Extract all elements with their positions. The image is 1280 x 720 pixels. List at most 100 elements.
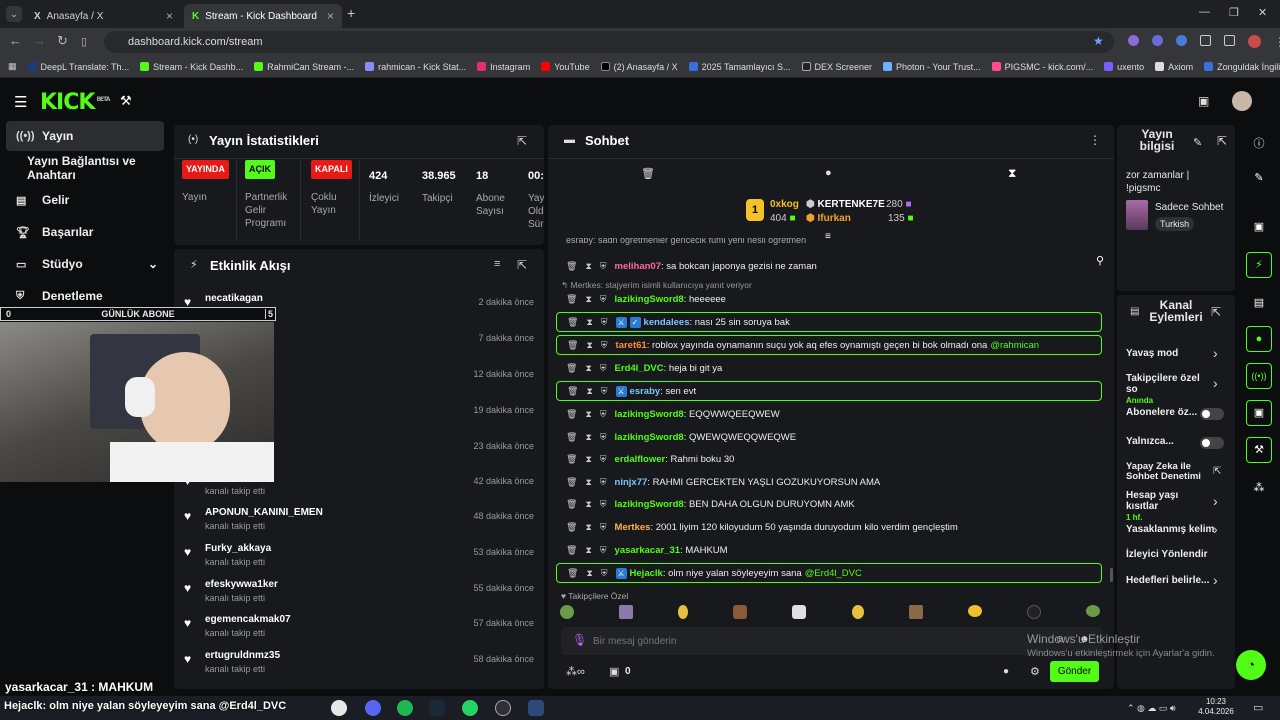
activity-item[interactable]: ♥ efeskywwa1ker kanalı takip etti 55 dakika…: [184, 579, 534, 611]
chat-username[interactable]: erdalflower: [615, 454, 666, 465]
hourglass-icon[interactable]: ⧗: [585, 477, 591, 488]
filter-icon[interactable]: ≡: [494, 258, 500, 270]
chat-message-input[interactable]: [593, 632, 1033, 650]
info-icon[interactable]: ⓘ: [1250, 135, 1268, 151]
extension-icon[interactable]: [1152, 35, 1163, 46]
hourglass-icon[interactable]: ⧗: [1008, 166, 1016, 181]
tray-icons[interactable]: ⌃ ◍ ☁ ▭ 🔊︎: [1127, 703, 1176, 714]
chat-message[interactable]: 🗑︎ ⧗ ⛨ ⚔ esraby: sen evt: [556, 381, 1102, 401]
hamburger-menu-icon[interactable]: ☰: [14, 93, 27, 111]
bookmark-item[interactable]: Photon - Your Trust...: [883, 62, 981, 72]
shield-icon[interactable]: ⛨: [600, 409, 607, 420]
trash-icon[interactable]: 🗑︎: [566, 409, 577, 420]
leader-row[interactable]: ⬢ KERTENKE7E: [806, 199, 885, 210]
emote-icon[interactable]: [678, 605, 689, 619]
emote-icon[interactable]: [1085, 605, 1100, 617]
activity-item[interactable]: ♥ Furky_akkaya kanalı takip etti 53 dakika …: [184, 543, 534, 575]
trash-icon[interactable]: 🗑︎: [566, 432, 577, 443]
chat-message[interactable]: 🗑︎ ⧗ ⛨ yasarkacar_31: MAHKUM: [556, 540, 1102, 560]
clock[interactable]: 10:23 4.04.2026: [1196, 697, 1236, 717]
hourglass-icon[interactable]: ⧗: [585, 432, 591, 443]
chat-username[interactable]: kendalees: [644, 317, 690, 328]
chat-scrollbar[interactable]: [1110, 568, 1113, 582]
chat-username[interactable]: Mertkes: [615, 522, 651, 533]
shield-icon[interactable]: ⛨: [600, 294, 607, 305]
trash-icon[interactable]: 🗑︎: [567, 568, 578, 579]
bookmark-item[interactable]: DeepL Translate: Th...: [27, 62, 129, 72]
chat-message[interactable]: 🗑︎ ⧗ ⛨ ninjx77: RAHMI GERCEKTEN YAŞLI GOZUK…: [556, 472, 1102, 492]
hourglass-icon[interactable]: ⧗: [585, 294, 591, 305]
minimize-icon[interactable]: —: [1199, 6, 1210, 18]
sub-only-toggle[interactable]: [1200, 408, 1224, 420]
shield-icon[interactable]: ⛨: [600, 432, 607, 443]
bookmark-item[interactable]: Instagram: [477, 62, 530, 72]
emote-icon[interactable]: [560, 605, 574, 619]
emote-only-toggle[interactable]: [1200, 437, 1224, 449]
shield-icon[interactable]: ⛨: [601, 340, 608, 351]
bookmark-item[interactable]: Stream - Kick Dashb...: [140, 62, 243, 72]
chat-username[interactable]: lazikingSword8: [615, 499, 684, 510]
hourglass-icon[interactable]: ⧗: [585, 454, 591, 465]
chat-message[interactable]: 🗑︎ ⧗ ⛨ Erd4l_DVC: heja bi git ya: [556, 358, 1102, 378]
action-slow-mode[interactable]: Yavaş mod: [1126, 348, 1238, 359]
hourglass-icon[interactable]: ⧗: [585, 261, 591, 272]
star-icon[interactable]: ★: [1093, 34, 1104, 48]
bookmark-item[interactable]: 2025 Tamamlayıcı S...: [688, 62, 791, 72]
hourglass-icon[interactable]: ⧗: [586, 568, 592, 579]
popout-icon[interactable]: ⇱: [1217, 134, 1227, 148]
send-button[interactable]: Gönder: [1050, 661, 1099, 682]
chat-settings-bubble-icon[interactable]: ●: [1003, 666, 1009, 677]
shield-icon[interactable]: ⛨: [600, 477, 607, 488]
kick-logo[interactable]: KICK BETA: [40, 90, 110, 115]
hammer-icon[interactable]: ⚒: [120, 93, 132, 109]
chrome-icon[interactable]: [331, 700, 347, 716]
url-input[interactable]: dashboard.kick.com/stream: [104, 31, 1114, 53]
shield-icon[interactable]: ⛨: [600, 522, 607, 533]
support-chat-button[interactable]: ◔: [1236, 650, 1266, 680]
shield-icon[interactable]: ⛨: [601, 317, 608, 328]
wallet-icon[interactable]: ▣: [1198, 94, 1209, 108]
emote-icon[interactable]: [619, 605, 634, 619]
chevron-right-icon[interactable]: ›: [1213, 493, 1218, 509]
chat-mention[interactable]: @Erd4l_DVC: [805, 568, 862, 579]
tab-search-button[interactable]: ⌄: [6, 6, 22, 22]
close-icon[interactable]: ×: [166, 9, 173, 23]
chevron-right-icon[interactable]: ›: [1213, 375, 1218, 391]
chat-message[interactable]: 🗑︎ ⧗ ⛨ lazikingSword8: BEN DAHA OLGUN DURUY…: [556, 494, 1102, 514]
wallet-icon[interactable]: ▣: [1246, 400, 1272, 426]
action-raid[interactable]: İzleyici Yönlendir: [1126, 549, 1238, 560]
chevron-right-icon[interactable]: ›: [1213, 572, 1218, 588]
bookmark-item[interactable]: YouTube: [541, 62, 590, 72]
trash-icon[interactable]: 🗑︎: [566, 294, 577, 305]
sidebar-toggle-icon[interactable]: ▯: [81, 35, 87, 48]
shield-icon[interactable]: ⛨: [601, 386, 608, 397]
shield-icon[interactable]: ⛨: [600, 545, 607, 556]
chat-message[interactable]: 🗑︎ ⧗ ⛨ ⚔ Hejaclk: olm niye yalan söyleyeyim …: [556, 563, 1102, 583]
bookmark-item[interactable]: DEX Screener: [801, 62, 872, 72]
chat-username[interactable]: esraby: [630, 386, 661, 397]
browser-tab-x[interactable]: X Anasayfa / X ×: [26, 4, 181, 28]
emote-icon[interactable]: [851, 605, 864, 619]
reload-icon[interactable]: ↻: [57, 33, 68, 49]
activity-item[interactable]: ♥ ertugruldnmz35 kanalı takip etti 58 dakik…: [184, 650, 534, 682]
trash-icon[interactable]: 🗑︎: [567, 386, 578, 397]
bookmark-item[interactable]: Axiom: [1155, 62, 1193, 72]
popout-icon[interactable]: ⇱: [1211, 305, 1221, 319]
hourglass-icon[interactable]: ⧗: [585, 522, 591, 533]
chat-username[interactable]: Erd4l_DVC: [615, 363, 664, 374]
chat-username[interactable]: yasarkacar_31: [615, 545, 681, 556]
action-banned-words[interactable]: Yasaklanmış kelim: [1126, 524, 1238, 535]
hourglass-icon[interactable]: ⧗: [585, 409, 591, 420]
avatar[interactable]: [1232, 91, 1252, 111]
emote-icon[interactable]: [792, 605, 807, 619]
chat-message[interactable]: 🗑︎ ⧗ ⛨ ⚔ ✓ kendalees: nası 25 sin soruya bak: [556, 312, 1102, 332]
chevron-right-icon[interactable]: ›: [1213, 345, 1218, 361]
trash-icon[interactable]: 🗑︎: [566, 477, 577, 488]
dots-icon[interactable]: ⁂: [1250, 481, 1268, 494]
bookmark-item[interactable]: uxento: [1104, 62, 1144, 72]
sidebar-item-stream-key[interactable]: Yayın Bağlantısı ve Anahtarı: [6, 153, 164, 183]
shield-icon[interactable]: ⛨: [600, 454, 607, 465]
puzzle-icon[interactable]: [1200, 35, 1211, 46]
new-tab-button[interactable]: +: [347, 5, 355, 21]
extension-icon[interactable]: [1128, 35, 1139, 46]
